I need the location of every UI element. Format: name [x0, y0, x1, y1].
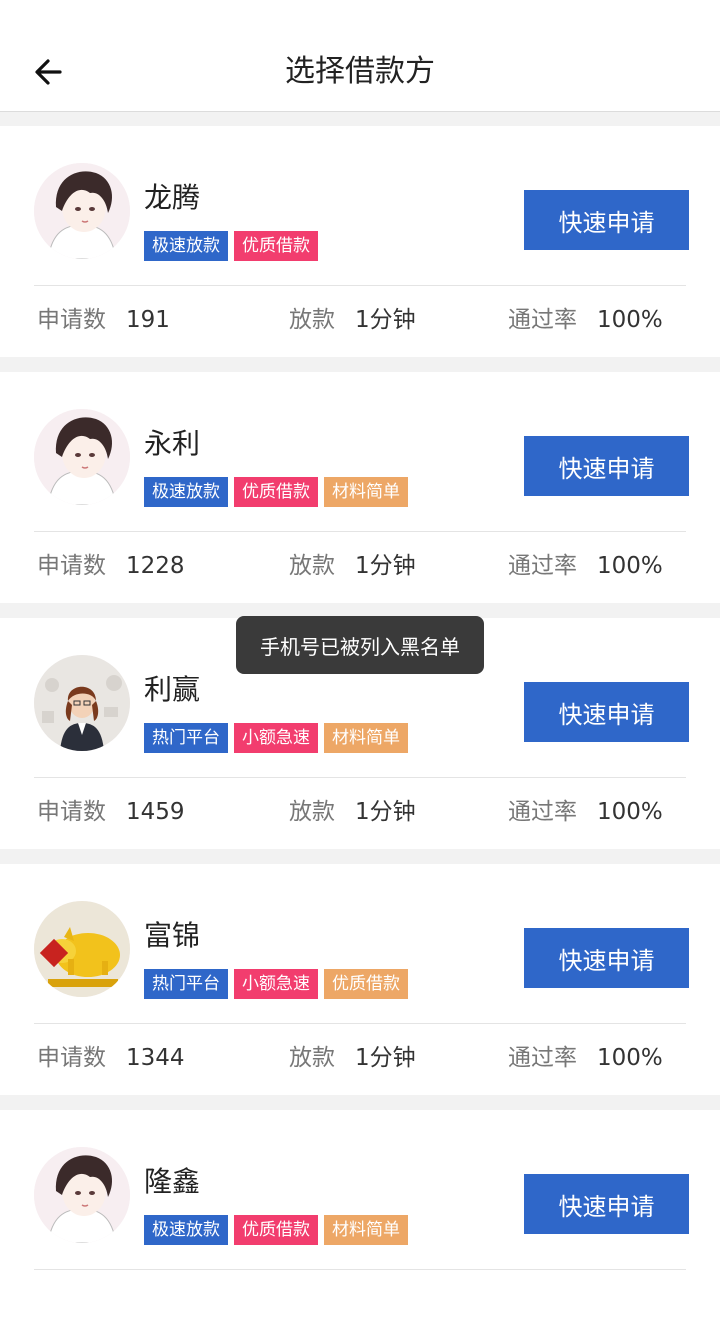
pass-rate: 通过率 100%: [508, 298, 663, 342]
apply-count-label: 申请数: [37, 307, 106, 333]
pass-rate-label: 通过率: [508, 799, 577, 825]
tag-list: 极速放款 优质借款: [144, 231, 318, 261]
lender-card[interactable]: 龙腾 极速放款 优质借款 快速申请 申请数 191 放款 1分钟 通过率 100%: [0, 126, 720, 357]
pass-rate-value: 100%: [597, 307, 663, 333]
anime-boy-avatar: [34, 409, 130, 505]
pass-rate: 通过率 100%: [508, 790, 663, 834]
loan-time: 放款 1分钟: [289, 544, 416, 588]
tag-list: 极速放款 优质借款 材料简单: [144, 1215, 408, 1245]
apply-count-value: 1459: [126, 799, 185, 825]
tag: 材料简单: [324, 477, 408, 507]
loan-time-value: 1分钟: [355, 553, 416, 579]
tag-list: 热门平台 小额急速 优质借款: [144, 969, 408, 999]
anime-boy-avatar: [34, 1147, 130, 1243]
apply-count: 申请数 1459: [37, 790, 185, 834]
page-title: 选择借款方: [285, 54, 435, 89]
tag: 材料简单: [324, 1215, 408, 1245]
loan-time-value: 1分钟: [355, 799, 416, 825]
lender-card[interactable]: 富锦 热门平台 小额急速 优质借款 快速申请 申请数 1344 放款 1分钟 通过率…: [0, 864, 720, 1095]
tag: 优质借款: [234, 477, 318, 507]
pass-rate-label: 通过率: [508, 553, 577, 579]
tag: 热门平台: [144, 723, 228, 753]
apply-count-label: 申请数: [37, 1045, 106, 1071]
pass-rate-label: 通过率: [508, 307, 577, 333]
apply-count: 申请数 1228: [37, 544, 185, 588]
tag: 优质借款: [234, 1215, 318, 1245]
divider: [34, 1269, 686, 1270]
loan-time: 放款 1分钟: [289, 298, 416, 342]
divider: [34, 1023, 686, 1024]
loan-time: 放款 1分钟: [289, 790, 416, 834]
tag-list: 极速放款 优质借款 材料简单: [144, 477, 408, 507]
toast-message: 手机号已被列入黑名单: [236, 616, 484, 674]
tag: 小额急速: [234, 723, 318, 753]
pass-rate-value: 100%: [597, 1045, 663, 1071]
tag: 优质借款: [324, 969, 408, 999]
pass-rate: 通过率 100%: [508, 544, 663, 588]
divider: [34, 531, 686, 532]
tag: 材料简单: [324, 723, 408, 753]
lender-name: 永利: [144, 427, 201, 460]
apply-count-value: 1228: [126, 553, 185, 579]
gold-pig-avatar: [34, 901, 130, 997]
loan-time: 放款 1分钟: [289, 1036, 416, 1080]
lender-card[interactable]: 隆鑫 极速放款 优质借款 材料简单 快速申请: [0, 1110, 720, 1341]
tag-list: 热门平台 小额急速 材料简单: [144, 723, 408, 753]
quick-apply-button[interactable]: 快速申请: [524, 190, 689, 250]
pass-rate-value: 100%: [597, 799, 663, 825]
tag: 优质借款: [234, 231, 318, 261]
tag: 极速放款: [144, 1215, 228, 1245]
quick-apply-button[interactable]: 快速申请: [524, 1174, 689, 1234]
top-bar: 选择借款方: [0, 0, 720, 112]
lender-name: 龙腾: [144, 181, 201, 214]
apply-count: 申请数 1344: [37, 1036, 185, 1080]
loan-time-label: 放款: [289, 799, 335, 825]
lender-name: 利赢: [144, 673, 201, 706]
tag: 极速放款: [144, 231, 228, 261]
divider: [34, 777, 686, 778]
lender-name: 富锦: [144, 919, 201, 952]
lender-card[interactable]: 永利 极速放款 优质借款 材料简单 快速申请 申请数 1228 放款 1分钟 通过率…: [0, 372, 720, 603]
pass-rate: 通过率 100%: [508, 1036, 663, 1080]
loan-time-value: 1分钟: [355, 1045, 416, 1071]
apply-count-value: 191: [126, 307, 170, 333]
loan-time-label: 放款: [289, 553, 335, 579]
pass-rate-label: 通过率: [508, 1045, 577, 1071]
pass-rate-value: 100%: [597, 553, 663, 579]
apply-count-label: 申请数: [37, 553, 106, 579]
lender-name: 隆鑫: [144, 1165, 201, 1198]
apply-count-value: 1344: [126, 1045, 185, 1071]
tag: 热门平台: [144, 969, 228, 999]
tag: 小额急速: [234, 969, 318, 999]
tag: 极速放款: [144, 477, 228, 507]
anime-boy-avatar: [34, 163, 130, 259]
apply-count: 申请数 191: [37, 298, 170, 342]
quick-apply-button[interactable]: 快速申请: [524, 436, 689, 496]
quick-apply-button[interactable]: 快速申请: [524, 928, 689, 988]
loan-time-label: 放款: [289, 307, 335, 333]
apply-count-label: 申请数: [37, 799, 106, 825]
loan-time-value: 1分钟: [355, 307, 416, 333]
loan-time-label: 放款: [289, 1045, 335, 1071]
divider: [34, 285, 686, 286]
quick-apply-button[interactable]: 快速申请: [524, 682, 689, 742]
business-woman-avatar: [34, 655, 130, 751]
